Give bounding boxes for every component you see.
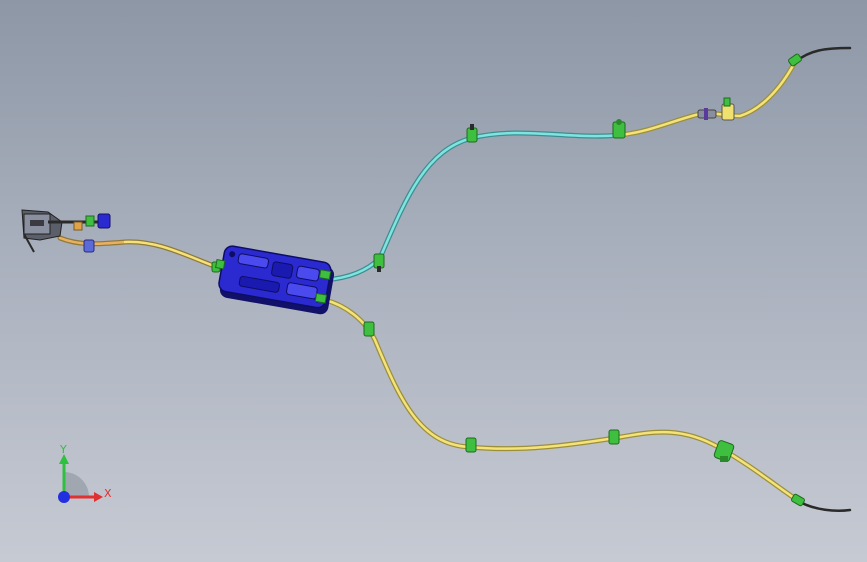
y-axis-label: Y — [59, 443, 67, 456]
lower-cable-end-wire — [798, 500, 852, 512]
lower-rear-cable[interactable] — [322, 297, 852, 512]
cad-viewport[interactable]: Y X — [0, 0, 867, 562]
actuator-fitting-icon — [215, 259, 226, 270]
bracket-icon — [697, 108, 717, 120]
cable-end-fitting-icon — [788, 53, 802, 67]
cad-scene: Y X — [21, 46, 852, 512]
clip-icon — [465, 437, 477, 453]
clip-icon — [83, 239, 95, 253]
upper-cable-sheath-yellow-highlight — [618, 60, 797, 137]
connector-clip-icon — [73, 221, 83, 231]
upper-cable-sheath-cyan — [322, 130, 623, 283]
clip-icon — [363, 321, 375, 337]
lower-cable-sheath — [322, 297, 803, 505]
x-axis-arrow-icon — [94, 492, 103, 502]
clip-icon — [466, 124, 478, 143]
bracket-icon — [713, 440, 735, 462]
lower-cable-sheath-highlight — [323, 298, 802, 504]
z-axis-dot-icon — [58, 491, 70, 503]
actuator-fitting-icon — [318, 269, 332, 280]
connector-clip-icon — [85, 215, 95, 227]
x-axis-label: X — [104, 487, 112, 500]
upper-cable-sheath-cyan-highlight — [323, 131, 622, 282]
clip-icon — [721, 97, 735, 121]
upper-cable-end-wire — [793, 46, 852, 64]
actuator-rib — [271, 261, 294, 279]
clip-icon — [373, 253, 385, 272]
connector-plug-icon — [97, 213, 111, 229]
axis-triad: Y X — [58, 443, 112, 503]
clip-icon — [612, 119, 626, 139]
clip-icon — [608, 429, 620, 445]
front-cable[interactable] — [57, 235, 228, 273]
electric-parking-brake-actuator[interactable] — [211, 244, 336, 316]
upper-rear-cable[interactable] — [322, 46, 852, 283]
actuator-fitting-icon — [314, 292, 328, 304]
connector-latch — [30, 220, 44, 226]
